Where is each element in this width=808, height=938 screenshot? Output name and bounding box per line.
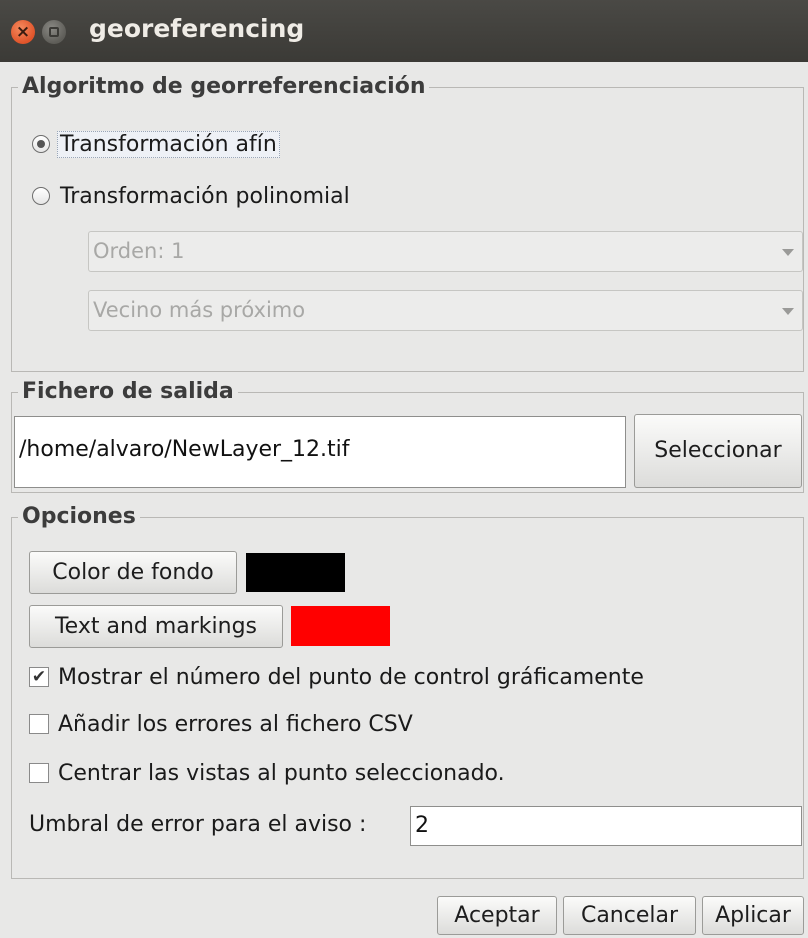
interpolation-select-value: Vecino más próximo [93,298,306,322]
threshold-label: Umbral de error para el aviso : [29,812,367,837]
title-bar: × georeferencing [0,0,808,62]
text-color-button[interactable]: Text and markings [29,605,283,648]
background-color-button[interactable]: Color de fondo [29,551,237,594]
close-window-button[interactable]: × [11,20,35,44]
add-errors-label: Añadir los errores al fichero CSV [58,711,413,737]
polynomial-radio-option[interactable]: Transformación polinomial [32,179,350,213]
chevron-down-icon [782,308,794,315]
select-file-button[interactable]: Seleccionar [634,414,802,488]
polynomial-label: Transformación polinomial [60,183,350,209]
minimize-window-button[interactable] [42,20,66,44]
order-select: Orden: 1 [88,231,803,272]
affine-label: Transformación afín [57,130,280,158]
output-path-field[interactable]: /home/alvaro/NewLayer_12.tif [14,416,626,488]
accept-button[interactable]: Aceptar [437,896,557,935]
affine-radio-option[interactable]: Transformación afín [32,127,280,161]
cancel-button[interactable]: Cancelar [563,896,696,935]
add-errors-checkbox[interactable] [29,714,49,734]
text-color-swatch[interactable] [291,606,390,646]
show-numbers-option[interactable]: ✔ Mostrar el número del punto de control… [29,662,644,692]
chevron-down-icon [782,249,794,256]
show-numbers-label: Mostrar el número del punto de control g… [58,664,644,690]
center-views-option[interactable]: Centrar las vistas al punto seleccionado… [29,758,505,788]
show-numbers-checkbox[interactable]: ✔ [29,667,49,687]
affine-radio[interactable] [32,135,50,153]
polynomial-radio[interactable] [32,187,50,205]
add-errors-option[interactable]: Añadir los errores al fichero CSV [29,709,413,739]
center-views-checkbox[interactable] [29,763,49,783]
options-legend: Opciones [18,504,140,530]
background-color-swatch[interactable] [246,553,345,592]
order-select-value: Orden: 1 [93,239,185,263]
algorithm-legend: Algoritmo de georreferenciación [18,74,430,100]
interpolation-select: Vecino más próximo [88,290,803,331]
output-legend: Fichero de salida [18,379,238,405]
center-views-label: Centrar las vistas al punto seleccionado… [58,760,505,786]
apply-button[interactable]: Aplicar [702,896,804,935]
threshold-input[interactable]: 2 [410,806,802,846]
window-title: georeferencing [89,14,305,43]
